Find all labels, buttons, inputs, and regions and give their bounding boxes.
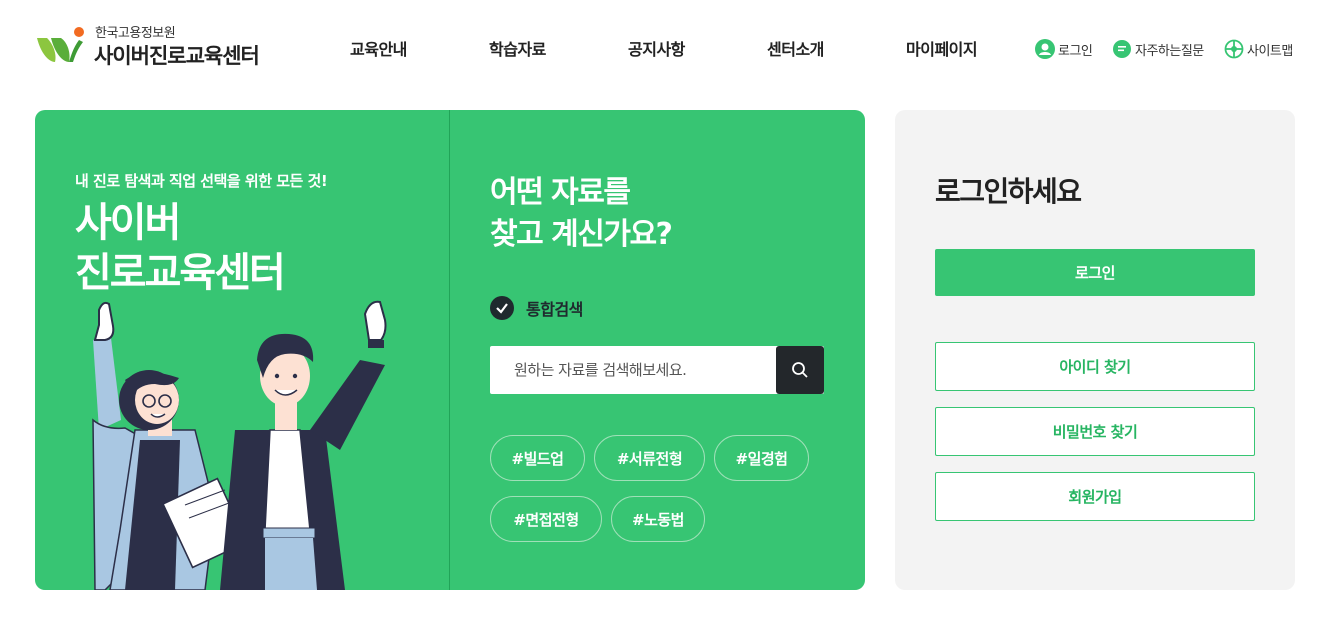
- logo-mark-icon: [37, 27, 84, 62]
- tag-work-experience[interactable]: #일경험: [714, 435, 809, 481]
- integrated-search-label: 통합검색: [526, 300, 583, 319]
- util-faq-link[interactable]: 자주하는질문: [1112, 38, 1204, 60]
- hero-subtitle: 내 진로 탐색과 직업 선택을 위한 모든 것!: [75, 172, 328, 190]
- logo-site-title: 사이버진로교육센터: [94, 44, 260, 68]
- hero-divider: [449, 110, 450, 590]
- login-panel: 로그인하세요 로그인 아이디 찾기 비밀번호 찾기 회원가입: [895, 110, 1295, 590]
- search-button[interactable]: [776, 346, 824, 394]
- logo-org-name: 한국고용정보원: [95, 26, 176, 41]
- integrated-search-checkbox[interactable]: 통합검색: [490, 296, 583, 320]
- find-id-button[interactable]: 아이디 찾기: [935, 342, 1255, 391]
- nav-item-learning-materials[interactable]: 학습자료: [489, 36, 546, 60]
- tag-interview-screening[interactable]: #면접전형: [490, 496, 602, 542]
- login-button[interactable]: 로그인: [935, 249, 1255, 296]
- students-cheering-illustration: [92, 300, 387, 590]
- checkmark-icon: [490, 296, 514, 320]
- nav-item-notices[interactable]: 공지사항: [628, 36, 685, 60]
- tag-labor-law[interactable]: #노동법: [611, 496, 705, 542]
- hero-banner: 내 진로 탐색과 직업 선택을 위한 모든 것! 사이버 진로교육센터 어떤 자…: [35, 110, 865, 590]
- sitemap-icon: [1224, 39, 1244, 59]
- search-question: 어떤 자료를 찾고 계신가요?: [490, 172, 673, 256]
- hero-title-line1: 사이버: [75, 200, 181, 246]
- user-icon: [1035, 39, 1055, 59]
- util-login-label: 로그인: [1058, 43, 1093, 59]
- main-navigation: 교육안내 학습자료 공지사항 센터소개 마이페이지: [310, 36, 1020, 64]
- signup-button[interactable]: 회원가입: [935, 472, 1255, 521]
- search-question-line1: 어떤 자료를: [490, 175, 631, 210]
- util-login-link[interactable]: 로그인: [1035, 38, 1093, 60]
- util-faq-label: 자주하는질문: [1135, 43, 1204, 59]
- site-logo[interactable]: 한국고용정보원 사이버진로교육센터: [35, 20, 285, 70]
- search-question-line2: 찾고 계신가요?: [490, 217, 673, 252]
- nav-item-education-guide[interactable]: 교육안내: [350, 36, 407, 60]
- util-sitemap-link[interactable]: 사이트맵: [1224, 38, 1293, 60]
- login-title: 로그인하세요: [935, 175, 1082, 208]
- tag-document-screening[interactable]: #서류전형: [594, 435, 705, 481]
- nav-item-mypage[interactable]: 마이페이지: [906, 36, 978, 60]
- tag-build-up[interactable]: #빌드업: [490, 435, 585, 481]
- search-input[interactable]: [490, 346, 776, 394]
- util-sitemap-label: 사이트맵: [1247, 43, 1293, 59]
- nav-item-center-intro[interactable]: 센터소개: [767, 36, 824, 60]
- chat-icon: [1113, 40, 1131, 58]
- search-box: [490, 346, 824, 394]
- find-password-button[interactable]: 비밀번호 찾기: [935, 407, 1255, 456]
- search-icon: [792, 362, 808, 378]
